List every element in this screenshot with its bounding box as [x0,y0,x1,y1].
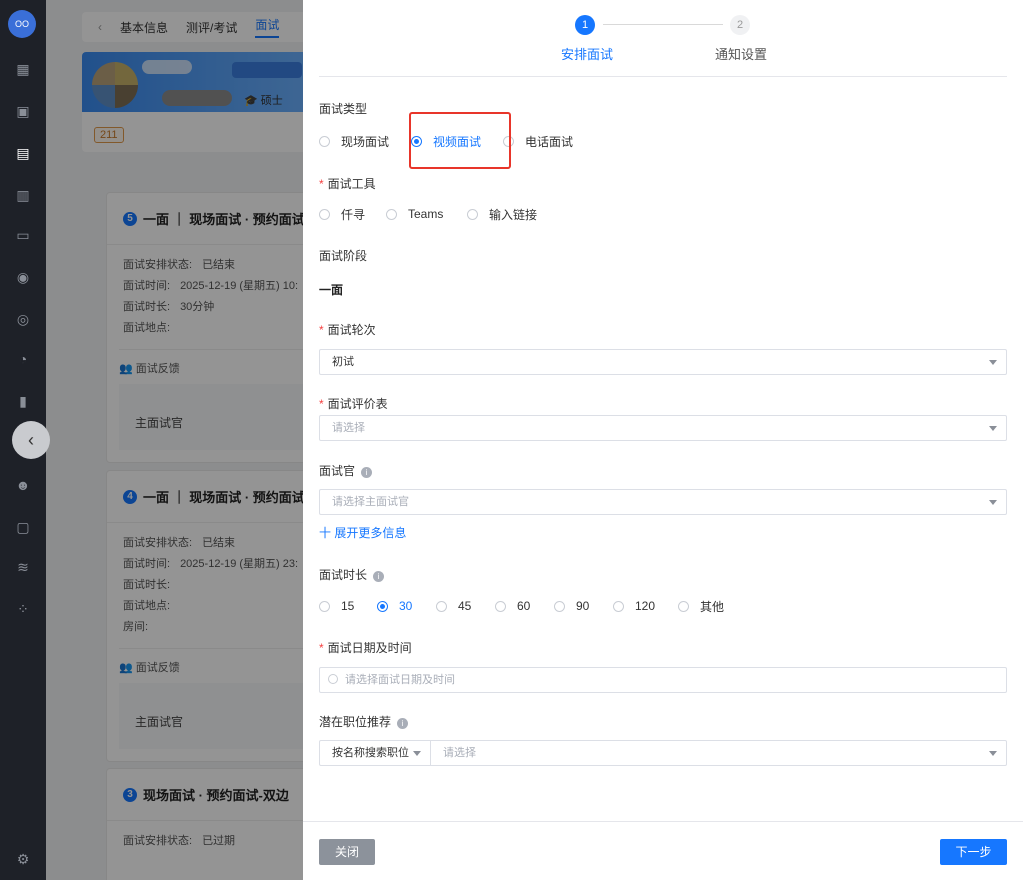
required-mark: * [319,397,324,411]
settings-gear-icon[interactable]: ⚙ [14,850,32,868]
caret-down-icon [989,360,997,365]
info-icon[interactable]: i [397,718,409,729]
position-search-combo: 按名称搜索职位 请选择 [319,740,1007,766]
interviewer-label: 面试官 i [319,462,373,479]
step-indicator: 1 2 安排面试 通知设置 [303,0,1023,78]
dashboard-icon[interactable]: ▦ [14,60,32,78]
radio-onsite-interview[interactable]: 现场面试 [319,133,411,150]
next-step-button[interactable]: 下一步 [940,839,1007,865]
candidate-doc-icon[interactable]: ▤ [14,144,32,162]
radio-selected-icon [377,600,388,612]
required-mark: * [319,641,324,655]
interview-round-label: * 面试轮次 [319,323,376,337]
wechat-icon[interactable]: ◉ [14,268,32,286]
caret-down-icon [989,751,997,756]
divider [319,76,1007,77]
position-search-mode-select[interactable]: 按名称搜索职位 [319,740,431,766]
clock-icon [328,674,338,684]
radio-circle-icon [319,600,330,612]
radio-circle-icon [495,600,506,612]
radio-duration-15[interactable]: 15 [319,599,377,613]
info-icon[interactable]: i [373,571,385,582]
radio-duration-other[interactable]: 其他 [678,598,724,615]
radio-circle-icon [613,600,624,612]
radio-tool-qianxun[interactable]: 仟寻 [319,206,386,223]
id-card-icon[interactable]: ▭ [14,226,32,244]
evaluation-form-select[interactable]: 请选择 [319,415,1007,441]
caret-down-icon [989,426,997,431]
message-icon[interactable]: ▢ [14,518,32,536]
calendar-icon[interactable]: ▥ [14,186,32,204]
close-button[interactable]: 关闭 [319,839,375,865]
required-mark: * [319,323,324,337]
radio-circle-icon [386,208,397,220]
users-icon[interactable]: ☻ [14,476,32,494]
step-1-dot: 1 [575,15,595,35]
evaluation-form-label: * 面试评价表 [319,397,388,411]
highlight-box [409,112,511,169]
drawer-footer: 关闭 下一步 [303,821,1023,880]
collapse-drawer-button[interactable]: ‹ [12,421,50,459]
step-connector [603,24,723,25]
radio-circle-icon [467,208,478,220]
radio-circle-icon [554,600,565,612]
radio-duration-60[interactable]: 60 [495,599,554,613]
radio-tool-link[interactable]: 输入链接 [467,206,537,223]
bar-chart-icon[interactable]: ▮ [14,392,32,410]
team-icon[interactable]: ⁘ [14,600,32,618]
interview-round-select[interactable]: 初试 [319,349,1007,375]
datetime-picker[interactable]: 请选择面试日期及时间 [319,667,1007,693]
interviewer-select[interactable]: 请选择主面试官 [319,489,1007,515]
caret-down-icon [989,500,997,505]
interview-stage-value: 一面 [319,283,344,297]
radio-phone-interview[interactable]: 电话面试 [503,133,573,150]
radio-duration-45[interactable]: 45 [436,599,495,613]
info-icon[interactable]: i [361,467,373,478]
step-2-label: 通知设置 [715,47,768,62]
step-1-label: 安排面试 [561,47,614,62]
duration-radio-group: 15 30 45 60 90 120 其他 [319,596,724,616]
radio-circle-icon [319,135,330,147]
briefcase-icon[interactable]: ▣ [14,102,32,120]
step-2-dot: 2 [730,15,750,35]
radio-circle-icon [678,600,689,612]
layers-icon[interactable]: ≋ [14,558,32,576]
arrange-interview-drawer: 1 2 安排面试 通知设置 面试类型 现场面试 视频面试 电话面试 * 面试工具 … [303,0,1023,880]
interview-tool-label: * 面试工具 [319,177,376,191]
expand-more-link[interactable]: 十 展开更多信息 [319,524,406,541]
target-icon[interactable]: ◎ [14,310,32,328]
pie-chart-icon[interactable]: ◔ [14,350,32,368]
caret-down-icon [413,751,421,756]
position-select[interactable]: 请选择 [431,740,1007,766]
chevron-left-icon: ‹ [28,430,34,450]
radio-tool-teams[interactable]: Teams [386,207,467,221]
radio-duration-90[interactable]: 90 [554,599,613,613]
position-recommend-label: 潜在职位推荐 i [319,713,409,730]
modal-overlay[interactable] [46,0,303,880]
radio-duration-120[interactable]: 120 [613,599,678,613]
interview-type-label: 面试类型 [319,102,368,116]
radio-duration-30[interactable]: 30 [377,599,436,613]
radio-circle-icon [436,600,447,612]
datetime-label: * 面试日期及时间 [319,641,412,655]
required-mark: * [319,177,324,191]
app-logo[interactable]: OO [8,10,36,38]
interview-tool-radio-group: 仟寻 Teams 输入链接 [319,204,537,224]
duration-label: 面试时长 i [319,566,385,583]
interview-stage-label: 面试阶段 [319,249,368,263]
radio-circle-icon [319,208,330,220]
